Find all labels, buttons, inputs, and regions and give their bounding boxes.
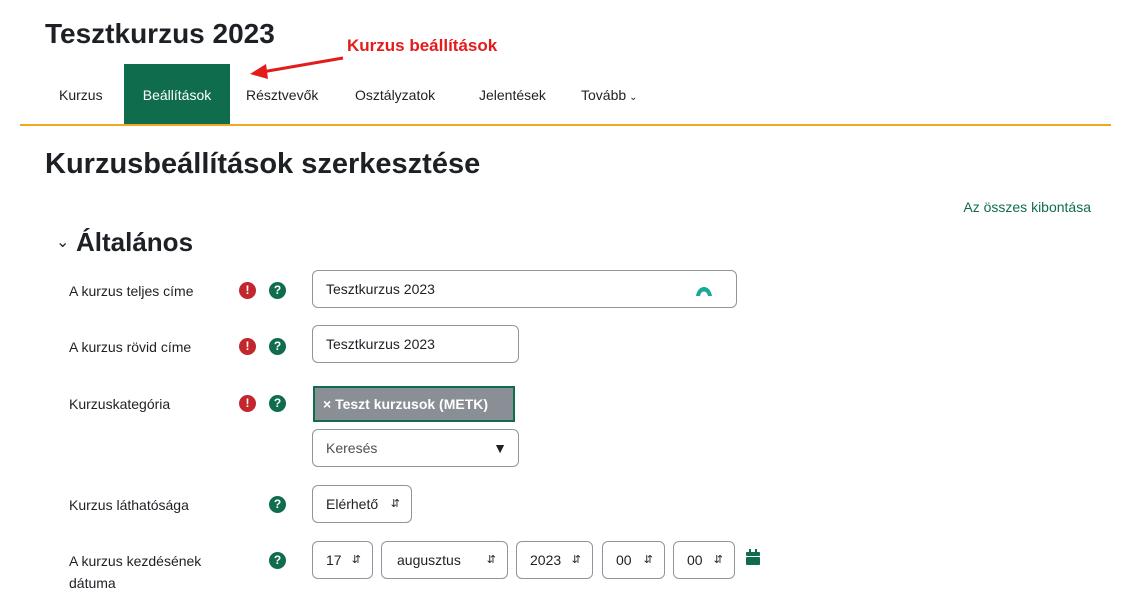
tab-beallitasok[interactable]: Beállítások xyxy=(124,64,230,124)
triangle-down-icon: ▼ xyxy=(493,440,507,456)
selected-category-tag[interactable]: × Teszt kurzusok (METK) xyxy=(313,386,515,422)
help-icon[interactable]: ? xyxy=(269,496,286,513)
required-icon: ! xyxy=(239,282,256,299)
course-secondary-nav: Kurzus Beállítások Résztvevők Osztályzat… xyxy=(20,64,1111,126)
startdate-minute-select[interactable]: 00 ⇵ xyxy=(673,541,735,579)
tab-osztalyzatok[interactable]: Osztályzatok xyxy=(355,64,435,124)
sort-icon: ⇵ xyxy=(571,554,581,566)
annotation-label: Kurzus beállítások xyxy=(347,36,498,55)
help-icon[interactable]: ? xyxy=(269,552,286,569)
shortname-input[interactable]: Tesztkurzus 2023 xyxy=(312,325,519,363)
visibility-select[interactable]: Elérhető ⇵ xyxy=(312,485,412,523)
visibility-label: Kurzus láthatósága xyxy=(69,497,189,513)
visibility-value: Elérhető xyxy=(326,496,379,512)
tab-kurzus[interactable]: Kurzus xyxy=(59,64,103,124)
fullname-label: A kurzus teljes címe xyxy=(69,283,194,299)
course-title: Tesztkurzus 2023 xyxy=(45,18,275,49)
page-title: Kurzusbeállítások szerkesztése xyxy=(45,148,481,180)
required-icon: ! xyxy=(239,338,256,355)
section-title: Általános xyxy=(76,227,194,257)
section-header-general[interactable]: ⌄ Általános xyxy=(56,227,193,258)
sort-icon: ⇵ xyxy=(351,554,361,566)
startdate-day-select[interactable]: 17 ⇵ xyxy=(312,541,373,579)
startdate-year-select[interactable]: 2023 ⇵ xyxy=(516,541,593,579)
expand-all-link[interactable]: Az összes kibontása xyxy=(963,199,1091,215)
nav-edge xyxy=(20,124,44,126)
startdate-hour-select[interactable]: 00 ⇵ xyxy=(602,541,665,579)
startdate-year-value: 2023 xyxy=(530,552,562,568)
required-icon: ! xyxy=(239,395,256,412)
grammar-assistant-icon[interactable] xyxy=(695,281,713,297)
tab-resztvevok[interactable]: Résztvevők xyxy=(246,64,318,124)
startdate-minute-value: 00 xyxy=(687,552,703,568)
tab-tovabb-label: Tovább xyxy=(581,87,627,103)
shortname-label: A kurzus rövid címe xyxy=(69,339,192,355)
help-icon[interactable]: ? xyxy=(269,338,286,355)
fullname-input[interactable]: Tesztkurzus 2023 xyxy=(312,270,737,308)
startdate-day-value: 17 xyxy=(326,552,342,568)
category-search-placeholder: Keresés xyxy=(326,440,378,456)
help-icon[interactable]: ? xyxy=(269,395,286,412)
sort-icon: ⇵ xyxy=(643,554,653,566)
startdate-month-value: augusztus xyxy=(397,552,461,568)
help-icon[interactable]: ? xyxy=(269,282,286,299)
sort-icon: ⇵ xyxy=(486,554,496,566)
calendar-icon[interactable] xyxy=(746,549,760,565)
startdate-label-line1: A kurzus kezdésének xyxy=(69,553,202,569)
chevron-down-icon: ⌄ xyxy=(56,234,70,251)
startdate-month-select[interactable]: augusztus ⇵ xyxy=(381,541,508,579)
startdate-label-line2: dátuma xyxy=(69,575,116,591)
sort-icon: ⇵ xyxy=(713,554,723,566)
tab-jelentesek[interactable]: Jelentések xyxy=(479,64,546,124)
sort-icon: ⇵ xyxy=(390,498,400,510)
category-search-select[interactable]: Keresés ▼ xyxy=(312,429,519,467)
startdate-hour-value: 00 xyxy=(616,552,632,568)
chevron-down-icon: ⌄ xyxy=(629,92,638,103)
tab-tovabb[interactable]: Tovább ⌄ xyxy=(581,64,638,124)
category-label: Kurzuskategória xyxy=(69,396,171,412)
